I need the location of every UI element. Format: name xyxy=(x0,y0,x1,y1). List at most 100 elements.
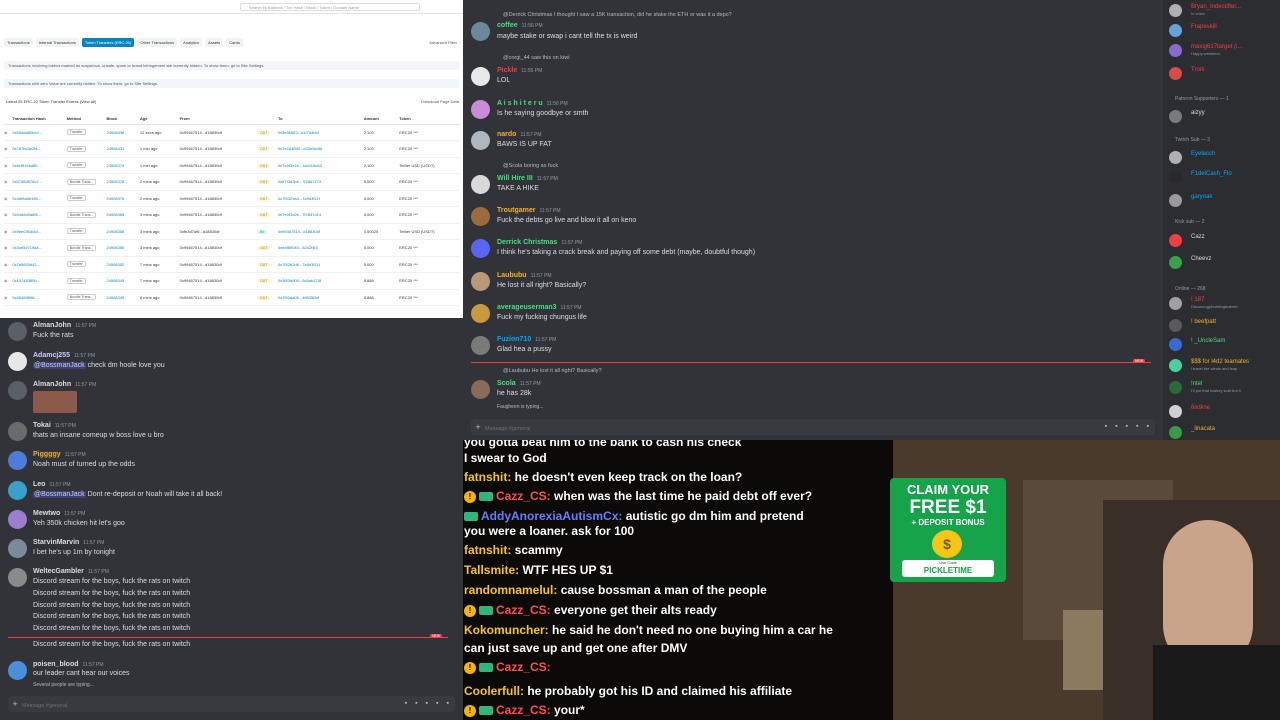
gift-icon[interactable]: ▪ xyxy=(405,696,407,712)
tab-2[interactable]: Token Transfers (ERC-20) xyxy=(81,38,135,47)
member-item[interactable]: Bryan_Indestifter... In voice xyxy=(1169,3,1277,17)
emoji-icon[interactable]: ▪ xyxy=(436,696,438,712)
username-text[interactable]: averageuserman3 xyxy=(497,304,557,311)
cell-value[interactable]: 0x7e5f3d2b...7f28d7d14 xyxy=(278,212,321,217)
cell-value[interactable]: 0x7f52b2d6...7a9d3f11f xyxy=(278,262,320,267)
tab-3[interactable]: Other Transactions xyxy=(137,38,178,47)
username[interactable]: Adamcj255 11:57 PM xyxy=(33,352,95,359)
cell-value[interactable]: 0x7b5693d42... xyxy=(12,262,40,267)
cell-value[interactable]: 0x04d6d0a6f6... xyxy=(12,212,41,217)
member-item[interactable]: maxig617target (i... Happy weekend xyxy=(1169,43,1277,57)
reply-reference[interactable]: @Laububu He lost it all right? Basically… xyxy=(503,368,602,374)
avatar[interactable] xyxy=(8,510,27,529)
member-item[interactable]: Troni xyxy=(1169,66,1277,80)
avatar[interactable] xyxy=(8,481,27,500)
username-text[interactable]: Fuzion710 xyxy=(497,336,531,343)
username-text[interactable]: AlmanJohn xyxy=(33,322,71,329)
username[interactable]: Pickle 11:56 PM xyxy=(497,67,542,74)
tab-5[interactable]: Assets xyxy=(205,38,224,47)
apps-icon[interactable]: ▪ xyxy=(1147,419,1149,435)
member-item[interactable]: ! 187 Discord.gg/buildingbulletin xyxy=(1169,296,1277,310)
avatar[interactable] xyxy=(471,67,490,86)
avatar[interactable] xyxy=(8,422,27,441)
member-item[interactable]: ! _UncleSam xyxy=(1169,337,1277,351)
cell-value[interactable]: 24908436 xyxy=(106,130,124,135)
eye-icon[interactable]: ◉ xyxy=(4,206,13,224)
username[interactable]: Laububu 11:57 PM xyxy=(497,272,552,279)
eye-icon[interactable]: ◉ xyxy=(4,223,13,240)
username-text[interactable]: poisen_blood xyxy=(33,661,79,668)
cell-value[interactable]: 24908365 xyxy=(106,212,124,217)
avatar[interactable] xyxy=(471,304,490,323)
member-item[interactable]: Eyelasch xyxy=(1169,150,1277,164)
cell-value[interactable]: 0x3f63d905...5d4ab174f xyxy=(278,278,321,283)
avatar[interactable] xyxy=(8,322,27,341)
reply-reference[interactable]: @Derrick Christmas I thought I saw a 15K… xyxy=(503,12,732,18)
attach-plus-icon[interactable]: + xyxy=(471,419,485,435)
cell-value[interactable]: 0x13748380b... xyxy=(12,278,40,283)
username-text[interactable]: Troutgamer xyxy=(497,207,536,214)
username[interactable]: WeltecGambler 11:57 PM xyxy=(33,568,109,575)
gif-icon[interactable]: ▪ xyxy=(1115,419,1117,435)
member-item[interactable]: _linacata xyxy=(1169,425,1277,439)
sticker-icon[interactable]: ▪ xyxy=(426,696,428,712)
member-item[interactable]: Cheevz xyxy=(1169,255,1277,269)
reply-reference[interactable]: @Scola boring as fuck xyxy=(503,163,558,169)
download-page-data-link[interactable]: Download Page Data xyxy=(421,99,459,104)
avatar[interactable] xyxy=(8,661,27,680)
reply-reference[interactable]: @corgi_44 saw this on kiwi xyxy=(503,55,569,61)
eye-icon[interactable]: ◉ xyxy=(4,239,13,257)
cell-value[interactable]: 0x7e5f3e1b...1a4116d43 xyxy=(278,163,322,168)
cell-value[interactable]: 0x99467514...d18830df xyxy=(278,229,320,234)
cell-value[interactable]: 24908356 xyxy=(106,245,124,250)
username-text[interactable]: WeltecGambler xyxy=(33,568,84,575)
username[interactable]: Tokai 11:57 PM xyxy=(33,422,76,429)
cell-value[interactable]: 24908352 xyxy=(106,262,124,267)
member-item[interactable]: F1delCash_Flo xyxy=(1169,170,1277,184)
username[interactable]: poisen_blood 11:57 PM xyxy=(33,661,104,668)
username-text[interactable]: Tokai xyxy=(33,422,51,429)
cell-value[interactable]: 24908358 xyxy=(106,229,124,234)
username[interactable]: Mewtwo 11:57 PM xyxy=(33,510,85,517)
member-item[interactable]: 6ix9ine xyxy=(1169,404,1277,418)
cell-value[interactable]: 0x7e2d4f5f0...d33e9a4f6 xyxy=(278,146,322,151)
cell-value[interactable]: 0x7f50aa09...4ff6350bf xyxy=(278,295,319,300)
sticker-icon[interactable]: ▪ xyxy=(1126,419,1128,435)
cell-value[interactable]: 24908431 xyxy=(106,146,124,151)
tab-6[interactable]: Cards xyxy=(226,38,243,47)
avatar[interactable] xyxy=(8,451,27,470)
user-mention[interactable]: @BossmanJack xyxy=(33,491,86,498)
avatar[interactable] xyxy=(471,336,490,355)
username[interactable]: AlmanJohn 11:57 PM xyxy=(33,381,96,388)
avatar[interactable] xyxy=(471,175,490,194)
avatar[interactable] xyxy=(8,352,27,371)
member-item[interactable]: Cazz xyxy=(1169,233,1277,247)
etherscan-search-input[interactable]: Search by Address / Txn Hash / Block / T… xyxy=(240,3,420,11)
username[interactable]: coffee 11:56 PM xyxy=(497,22,543,29)
emoji-icon[interactable]: ▪ xyxy=(1136,419,1138,435)
gif-icon[interactable]: ▪ xyxy=(415,696,417,712)
avatar[interactable] xyxy=(471,272,490,291)
tab-0[interactable]: Transactions xyxy=(4,38,33,47)
cell-value[interactable]: 0x9ee03f1b5d... xyxy=(12,229,41,234)
cell-value[interactable]: 24908345 xyxy=(106,295,124,300)
cell-value[interactable]: 0x9e5f4f63...d1f7d4b4f xyxy=(278,130,319,135)
cell-value[interactable]: 0x7f5329a4...7a9d3f11f xyxy=(278,196,320,201)
eye-icon[interactable]: ◉ xyxy=(4,289,13,306)
username-text[interactable]: A i s h i t e r u xyxy=(497,100,543,107)
cell-value[interactable]: 0x6c9f16ea80... xyxy=(12,163,40,168)
cell-value[interactable]: 0x7d7bc8e2fa... xyxy=(12,146,40,151)
avatar[interactable] xyxy=(471,239,490,258)
avatar[interactable] xyxy=(8,568,27,587)
username-text[interactable]: nardo xyxy=(497,131,516,138)
username[interactable]: averageuserman3 11:57 PM xyxy=(497,304,582,311)
cell-value[interactable]: 0x87f3d2b6...7f28d7174 xyxy=(278,179,321,184)
username-text[interactable]: Derrick Christmas xyxy=(497,239,557,246)
gift-icon[interactable]: ▪ xyxy=(1105,419,1107,435)
cell-value[interactable]: 0x0846f8f96... xyxy=(12,295,37,300)
cell-value[interactable]: 0xe6f89040...52d2f4f3 xyxy=(278,245,318,250)
cell-value[interactable]: 0x3ce5d7198a... xyxy=(12,245,42,250)
cell-value[interactable]: 0x07d5d576c2... xyxy=(12,179,42,184)
cell-value[interactable]: 24908376 xyxy=(106,196,124,201)
message-input[interactable]: + Message #general ▪ ▪ ▪ ▪ ▪ xyxy=(8,696,455,712)
